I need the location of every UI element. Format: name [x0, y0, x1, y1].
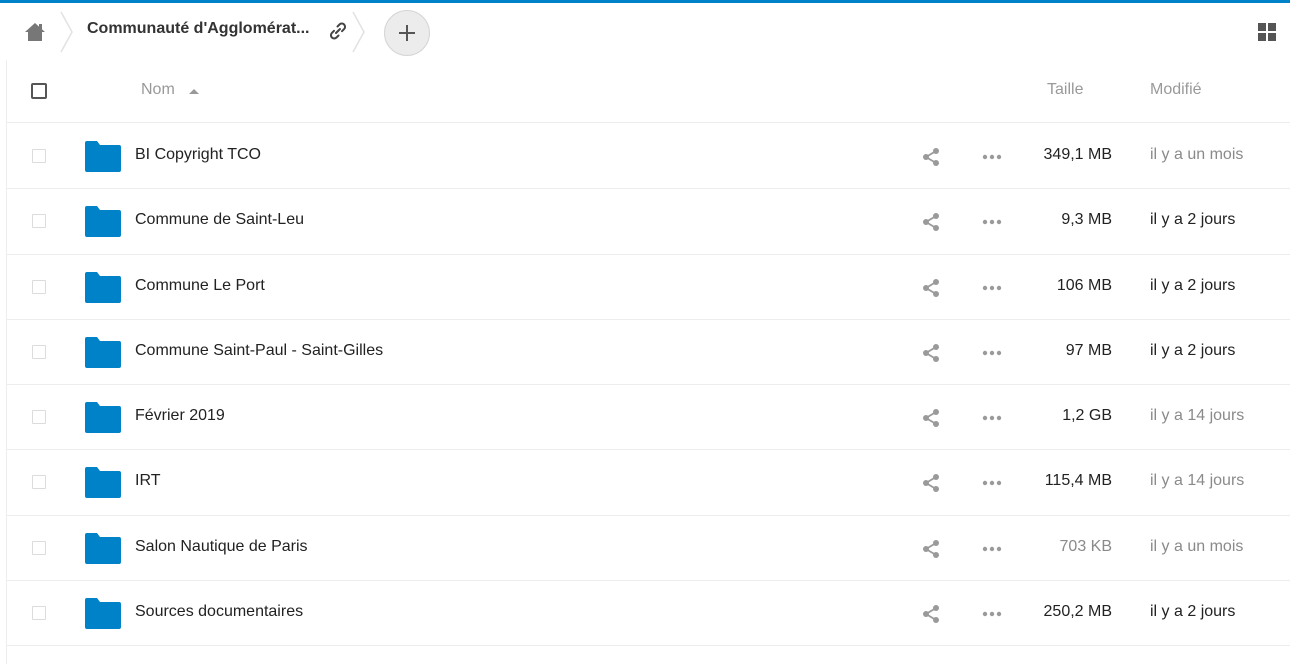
breadcrumb-separator — [352, 11, 365, 53]
file-size: 703 KB — [1059, 537, 1112, 555]
file-name[interactable]: BI Copyright TCO — [135, 146, 261, 164]
file-name[interactable]: Commune Saint-Paul - Saint-Gilles — [135, 342, 383, 360]
add-new-button[interactable] — [384, 10, 430, 56]
file-name[interactable]: Commune Le Port — [135, 277, 265, 295]
file-modified: il y a 14 jours — [1150, 472, 1245, 490]
home-button[interactable] — [18, 15, 52, 49]
breadcrumb-current-folder[interactable]: Communauté d'Agglomérat... — [87, 20, 309, 38]
table-row[interactable]: Sources documentaires 250,2 MB il y a 2 jo… — [7, 581, 1290, 647]
row-checkbox[interactable] — [32, 149, 46, 163]
file-name[interactable]: Salon Nautique de Paris — [135, 538, 308, 556]
column-header-modified[interactable]: Modifié — [1150, 81, 1202, 99]
share-icon[interactable] — [921, 278, 941, 298]
file-size: 1,2 GB — [1062, 407, 1112, 425]
table-row[interactable]: Commune Le Port 106 MB il y a 2 jours — [7, 255, 1290, 320]
table-row[interactable]: Commune de Saint-Leu 9,3 MB il y a 2 jours — [7, 189, 1290, 255]
share-icon[interactable] — [921, 147, 941, 167]
row-checkbox[interactable] — [32, 410, 46, 425]
share-icon[interactable] — [921, 343, 941, 363]
file-size: 97 MB — [1065, 341, 1112, 359]
file-name[interactable]: Février 2019 — [135, 407, 225, 425]
file-size: 349,1 MB — [1043, 146, 1112, 163]
more-options-icon[interactable] — [981, 147, 1003, 167]
column-header-name[interactable]: Nom — [141, 81, 199, 99]
row-checkbox[interactable] — [32, 214, 46, 229]
share-icon[interactable] — [921, 604, 941, 624]
column-header-size[interactable]: Taille — [1047, 81, 1083, 99]
sort-ascending-icon — [188, 88, 199, 94]
breadcrumb: Communauté d'Agglomérat... — [0, 3, 1290, 60]
file-name[interactable]: Commune de Saint-Leu — [135, 211, 304, 229]
row-checkbox[interactable] — [32, 344, 46, 359]
more-options-icon[interactable] — [981, 604, 1003, 624]
file-name[interactable]: IRT — [135, 472, 160, 490]
folder-icon — [85, 598, 121, 630]
file-size: 115,4 MB — [1044, 472, 1112, 490]
file-modified: il y a un mois — [1150, 537, 1244, 555]
file-rows: BI Copyright TCO 349,1 MB il y a un mois Co… — [7, 124, 1290, 647]
file-modified: il y a 2 jours — [1150, 211, 1236, 229]
folder-icon — [85, 532, 121, 564]
table-row[interactable]: Commune Saint-Paul - Saint-Gilles 97 MB il… — [7, 320, 1290, 386]
row-checkbox[interactable] — [32, 540, 46, 555]
share-icon[interactable] — [921, 473, 941, 493]
folder-icon — [85, 206, 121, 238]
link-icon — [329, 22, 347, 40]
plus-icon — [399, 25, 415, 41]
more-options-icon[interactable] — [981, 473, 1003, 493]
folder-icon — [85, 467, 121, 499]
table-row[interactable]: BI Copyright TCO 349,1 MB il y a un mois — [7, 124, 1290, 190]
file-modified: il y a un mois — [1150, 146, 1244, 163]
breadcrumb-separator — [60, 11, 73, 53]
file-name[interactable]: Sources documentaires — [135, 603, 303, 621]
file-modified: il y a 14 jours — [1150, 407, 1245, 425]
file-size: 106 MB — [1056, 276, 1112, 294]
more-options-icon[interactable] — [981, 408, 1003, 428]
more-options-icon[interactable] — [981, 343, 1003, 363]
row-checkbox[interactable] — [32, 475, 46, 490]
folder-icon — [85, 271, 121, 303]
folder-icon — [85, 141, 121, 172]
table-row[interactable]: Février 2019 1,2 GB il y a 14 jours — [7, 385, 1290, 451]
file-modified: il y a 2 jours — [1150, 276, 1236, 294]
row-checkbox[interactable] — [32, 279, 46, 294]
more-options-icon[interactable] — [981, 278, 1003, 298]
file-size: 250,2 MB — [1043, 603, 1112, 621]
row-checkbox[interactable] — [32, 606, 46, 621]
share-icon[interactable] — [921, 408, 941, 428]
table-header: Nom Taille Modifié — [7, 60, 1290, 123]
more-options-icon[interactable] — [981, 539, 1003, 559]
table-row[interactable]: Salon Nautique de Paris 703 KB il y a un m… — [7, 516, 1290, 582]
share-icon[interactable] — [921, 539, 941, 559]
file-modified: il y a 2 jours — [1150, 603, 1236, 621]
select-all-checkbox[interactable] — [31, 83, 47, 99]
file-modified: il y a 2 jours — [1150, 341, 1236, 359]
more-options-icon[interactable] — [981, 212, 1003, 232]
file-list: Nom Taille Modifié BI Copyright TCO 349,1… — [6, 60, 1290, 664]
share-icon[interactable] — [921, 212, 941, 232]
grid-view-icon[interactable] — [1256, 21, 1278, 43]
table-row[interactable]: IRT 115,4 MB il y a 14 jours — [7, 450, 1290, 516]
share-link-button[interactable] — [326, 19, 350, 43]
folder-icon — [85, 336, 121, 368]
folder-icon — [85, 402, 121, 434]
file-size: 9,3 MB — [1061, 211, 1112, 229]
home-icon — [25, 23, 45, 41]
column-header-name-label: Nom — [141, 81, 175, 98]
